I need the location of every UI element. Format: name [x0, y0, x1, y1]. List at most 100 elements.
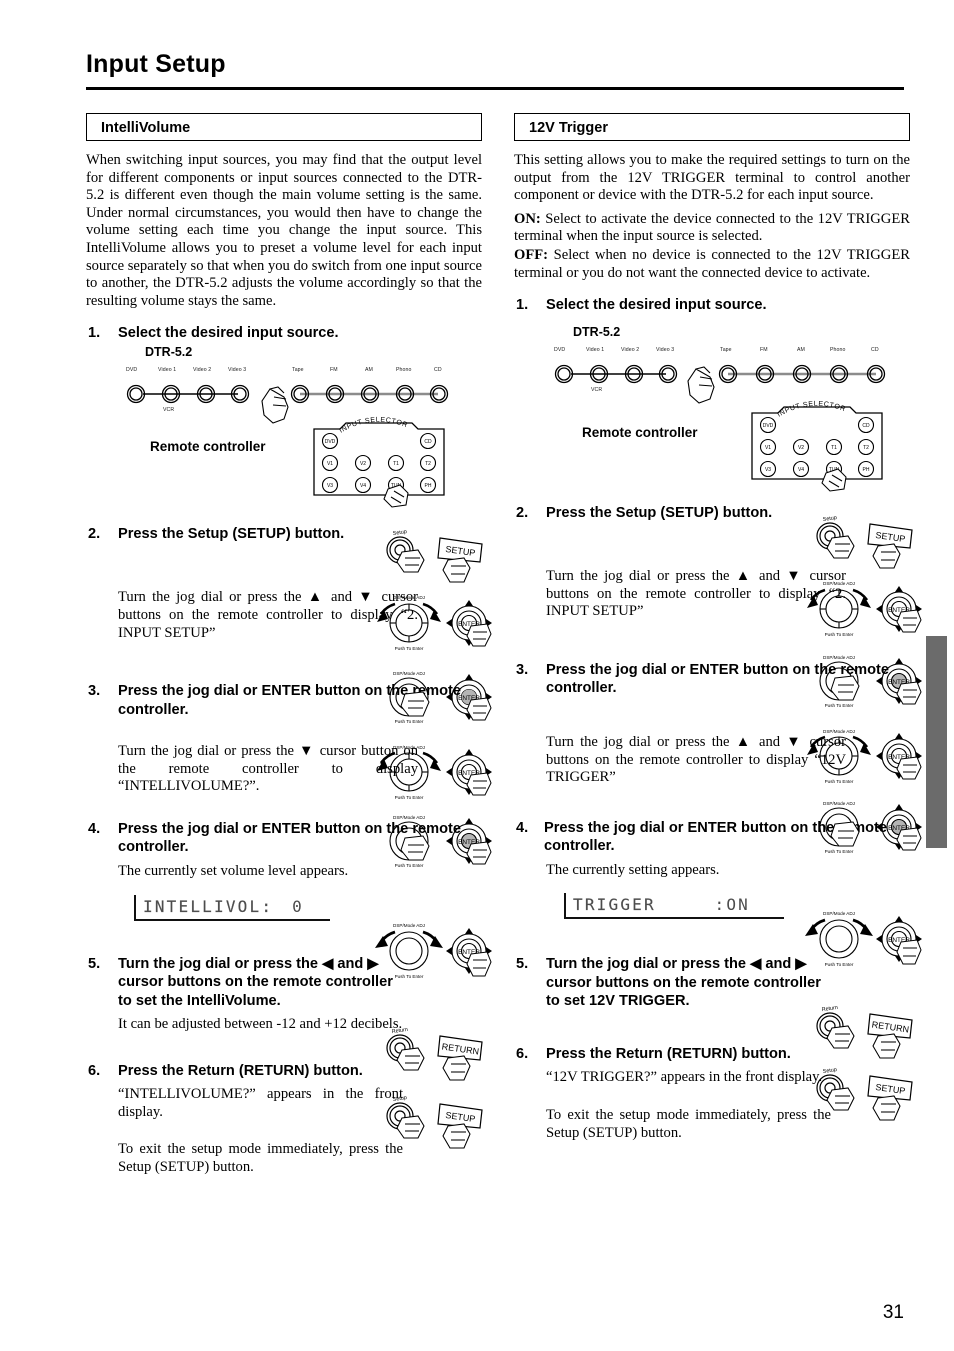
svg-text:DSP/Mode ADJ: DSP/Mode ADJ — [393, 745, 425, 750]
left-step-5-text: Turn the jog dial or press the ◀ and ▶ c… — [118, 955, 393, 1009]
svg-text:T2: T2 — [425, 461, 431, 467]
svg-text:Setup: Setup — [392, 529, 407, 537]
lcd-display-intellivolume: INTELLIVOL: 0 — [134, 894, 330, 925]
title-divider — [86, 87, 904, 90]
left-step-5: 5. Turn the jog dial or press the ◀ and … — [86, 955, 408, 1011]
svg-text:V2: V2 — [360, 461, 366, 467]
svg-text:V2: V2 — [798, 445, 804, 451]
left-step-2-text: Press the Setup (SETUP) button. — [118, 525, 345, 542]
panel-label-video1: Video 1 — [158, 367, 177, 373]
icon-jog-enter-right-step2: DSP/Mode ADJ Push To Enter ENTER — [803, 578, 922, 640]
svg-text:DSP/Mode ADJ: DSP/Mode ADJ — [393, 815, 425, 820]
panel-label-am-r: AM — [797, 347, 805, 353]
svg-text:DSP/Mode ADJ: DSP/Mode ADJ — [823, 729, 855, 734]
left-step-4-number: 4. — [88, 820, 101, 837]
remote-label-right: Remote controller — [582, 425, 698, 440]
svg-text:DSP/Mode ADJ: DSP/Mode ADJ — [393, 923, 425, 928]
icon-setup-exit-left: Setup SETUP — [378, 1090, 490, 1152]
svg-text:Push To Enter: Push To Enter — [395, 795, 424, 800]
icon-jog-enter-left-step5: DSP/Mode ADJ Push To Enter ENTER — [373, 920, 492, 982]
right-step-1-text: Select the desired input source. — [546, 297, 767, 314]
right-step-1-number: 1. — [516, 297, 529, 314]
svg-text:V1: V1 — [327, 461, 333, 467]
icon-jog-enter-left-step4: DSP/Mode ADJ Push To Enter ENTER — [373, 812, 492, 870]
svg-text:V4: V4 — [798, 467, 804, 473]
icon-jog-enter-right-step3-sub: DSP/Mode ADJ Push To Enter ENTER — [803, 726, 922, 786]
left-step-5-detail: It can be adjusted between -12 and +12 d… — [118, 1016, 403, 1032]
right-step-4-number: 4. — [516, 819, 529, 836]
svg-text:T1: T1 — [831, 445, 837, 451]
panel-label-video1-r: Video 1 — [586, 347, 605, 353]
svg-text:DVD: DVD — [325, 439, 336, 445]
panel-label-tape: Tape — [292, 367, 304, 373]
svg-text:Return: Return — [391, 1027, 408, 1035]
right-step-2-number: 2. — [516, 504, 529, 521]
left-step-3-detail: Turn the jog dial or press the ▼ cursor … — [118, 743, 418, 795]
trigger-on-paragraph: ON: Select to activate the device connec… — [514, 211, 910, 246]
left-step-6-number: 6. — [88, 1062, 101, 1079]
icon-return-press-right: Return RETURN — [808, 1000, 920, 1062]
icon-setup-exit-right: Setup SETUP — [808, 1062, 920, 1124]
left-step-2-detail: Turn the jog dial or press the ▲ and ▼ c… — [118, 589, 418, 641]
icon-jog-enter-right-step4: DSP/Mode ADJ Push To Enter ENTER — [803, 798, 922, 856]
panel-label-tape-r: Tape — [720, 347, 732, 353]
icon-jog-enter-right-step5: DSP/Mode ADJ Push To Enter ENTER — [803, 908, 922, 970]
right-step-5: 5. Turn the jog dial or press the ◀ and … — [514, 955, 831, 1011]
svg-text:DSP/Mode ADJ: DSP/Mode ADJ — [823, 801, 855, 806]
panel-label-fm-r: FM — [760, 347, 768, 353]
trigger-off-text: Select when no device is connected to th… — [514, 246, 910, 281]
panel-label-am: AM — [365, 367, 373, 373]
svg-text:DSP/Mode ADJ: DSP/Mode ADJ — [823, 911, 855, 916]
panel-label-phono-r: Phono — [830, 347, 846, 353]
right-step-6-detail-a: “12V TRIGGER?” appears in the front disp… — [546, 1069, 823, 1086]
panel-label-video3: Video 3 — [228, 367, 247, 373]
svg-text:CD: CD — [424, 439, 432, 445]
lcd-value-intellivolume: 0 — [292, 896, 304, 916]
svg-text:Setup: Setup — [392, 1095, 407, 1103]
left-step-5-number: 5. — [88, 955, 101, 972]
left-step-1-number: 1. — [88, 325, 101, 342]
icon-jog-enter-right-step3: DSP/Mode ADJ Push To Enter ENTER — [803, 652, 922, 710]
panel-label-phono: Phono — [396, 367, 412, 373]
svg-text:Push To Enter: Push To Enter — [825, 703, 854, 708]
svg-text:Push To Enter: Push To Enter — [395, 863, 424, 868]
panel-label-dvd-r: DVD — [554, 347, 566, 353]
left-step-1-text: Select the desired input source. — [118, 325, 339, 342]
panel-label-video2-r: Video 2 — [621, 347, 640, 353]
svg-text:DSP/Mode ADJ: DSP/Mode ADJ — [393, 671, 425, 676]
left-step-6-text: Press the Return (RETURN) button. — [118, 1062, 363, 1079]
panel-label-cd: CD — [434, 367, 442, 373]
icon-return-press-left: Return RETURN — [378, 1022, 490, 1084]
svg-text:PH: PH — [863, 467, 870, 473]
manual-page: Input Setup IntelliVolume When switching… — [0, 0, 954, 1351]
right-step-2-text: Press the Setup (SETUP) button. — [546, 504, 773, 521]
svg-text:T1: T1 — [393, 461, 399, 467]
left-step-6-detail-b: To exit the setup mode immediately, pres… — [118, 1141, 403, 1175]
right-step-4-detail: The currently setting appears. — [546, 861, 720, 878]
trigger-on-text: Select to activate the device connected … — [514, 210, 910, 245]
icon-jog-enter-left-step2: DSP/Mode ADJ Push To Enter ENTER — [373, 592, 492, 654]
panel-label-fm: FM — [330, 367, 338, 373]
panel-label-dvd: DVD — [126, 367, 138, 373]
svg-text:Push To Enter: Push To Enter — [825, 779, 854, 784]
svg-text:Push To Enter: Push To Enter — [825, 962, 854, 967]
icon-jog-enter-left-step3-sub: DSP/Mode ADJ Push To Enter ENTER — [373, 742, 492, 802]
illustration-input-source-right: DTR-5.2 DVD Video 1 Video 2 Video 3 VCR … — [546, 325, 918, 492]
svg-text:Push To Enter: Push To Enter — [395, 719, 424, 724]
left-step-3-number: 3. — [88, 683, 101, 700]
icon-jog-enter-left-step3: DSP/Mode ADJ Push To Enter ENTER — [373, 668, 492, 726]
right-step-5-number: 5. — [516, 956, 529, 973]
svg-text:DSP/Mode ADJ: DSP/Mode ADJ — [823, 655, 855, 660]
section-index-tab — [926, 636, 947, 848]
remote-label-left: Remote controller — [150, 439, 266, 454]
page-number: 31 — [882, 1302, 904, 1323]
icon-setup-press-left-step2: Setup SETUP — [378, 524, 490, 590]
svg-text:DVD: DVD — [763, 423, 774, 429]
svg-text:PH: PH — [425, 483, 432, 489]
right-step-3-number: 3. — [516, 661, 529, 678]
trigger-intro: This setting allows you to make the requ… — [514, 152, 910, 204]
icon-setup-press-right-step2: Setup SETUP — [808, 510, 920, 576]
svg-text:DSP/Mode ADJ: DSP/Mode ADJ — [823, 581, 855, 586]
lcd-display-trigger: TRIGGER :ON — [564, 893, 784, 923]
section-header-intellivolume: IntelliVolume — [86, 113, 482, 141]
